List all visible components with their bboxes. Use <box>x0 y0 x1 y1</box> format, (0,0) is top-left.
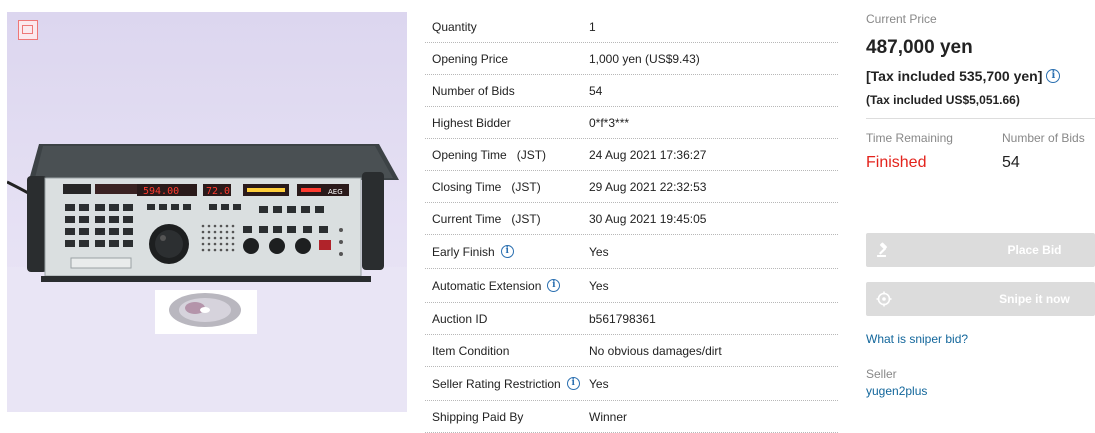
detail-row-shipping-paid-by: Shipping Paid By Winner <box>425 401 838 433</box>
device-brand-label: AEG <box>328 188 343 196</box>
target-icon <box>876 291 892 307</box>
detail-label: Closing Time (JST) <box>432 179 541 194</box>
detail-label: Automatic Extension <box>432 278 542 293</box>
seller-name-link[interactable]: yugen2plus <box>866 384 927 398</box>
place-bid-button[interactable]: Place Bid <box>866 233 1095 267</box>
snipe-label: Snipe it now <box>999 292 1070 306</box>
detail-row-opening-time: Opening Time (JST) 24 Aug 2021 17:36:27 <box>425 139 838 171</box>
svg-text:72.0: 72.0 <box>206 186 230 197</box>
detail-label: Auction ID <box>432 311 488 326</box>
auction-details-table: Quantity 1 Opening Price 1,000 yen (US$9… <box>425 11 838 433</box>
time-remaining-status: Finished <box>866 154 927 171</box>
current-price: 487,000 yen <box>866 37 973 58</box>
detail-value: 1 <box>589 19 596 34</box>
seller-label: Seller <box>866 367 897 381</box>
detail-row-number-of-bids: Number of Bids 54 <box>425 75 838 107</box>
detail-label: Seller Rating Restriction <box>432 376 561 391</box>
detail-value: Yes <box>589 376 609 391</box>
detail-row-highest-bidder: Highest Bidder 0*f*3*** <box>425 107 838 139</box>
detail-label-wrap: Early Finish i <box>425 245 589 259</box>
detail-label: Shipping Paid By <box>432 409 524 424</box>
place-bid-label: Place Bid <box>1007 243 1062 257</box>
svg-text:594.00: 594.00 <box>143 186 179 197</box>
detail-value: Yes <box>589 244 609 259</box>
detail-value: 1,000 yen (US$9.43) <box>589 51 700 66</box>
divider <box>866 118 1095 119</box>
info-icon[interactable]: i <box>1046 69 1061 83</box>
detail-value: 29 Aug 2021 22:32:53 <box>589 179 707 194</box>
detail-row-closing-time: Closing Time (JST) 29 Aug 2021 22:32:53 <box>425 171 838 203</box>
detail-value: 54 <box>589 83 603 98</box>
gavel-icon <box>877 242 887 257</box>
number-of-bids-label: Number of Bids <box>1002 131 1085 145</box>
detail-value: Winner <box>589 409 628 424</box>
detail-value: b561798361 <box>589 311 656 326</box>
what-is-sniper-bid-link[interactable]: What is sniper bid? <box>866 332 968 346</box>
detail-row-item-condition: Item Condition No obvious damages/dirt <box>425 335 838 367</box>
image-badge-icon[interactable] <box>18 20 38 40</box>
detail-row-early-finish: Early Finish i Yes <box>425 235 838 269</box>
detail-value: 30 Aug 2021 19:45:05 <box>589 211 707 226</box>
detail-label: Highest Bidder <box>432 115 511 130</box>
detail-value: 24 Aug 2021 17:36:27 <box>589 147 707 162</box>
info-icon[interactable]: i <box>500 245 514 258</box>
detail-row-auction-id: Auction ID b561798361 <box>425 303 838 335</box>
product-image[interactable]: 594.00 72.0 AEG <box>7 12 407 412</box>
detail-label-wrap: Seller Rating Restriction i <box>425 377 589 391</box>
info-icon[interactable]: i <box>547 279 561 292</box>
detail-label: Quantity <box>432 19 477 34</box>
detail-label-wrap: Automatic Extension i <box>425 279 589 293</box>
time-remaining-label: Time Remaining <box>866 131 953 145</box>
info-icon[interactable]: i <box>566 377 580 390</box>
tax-included-price-row: [Tax included 535,700 yen] i <box>866 68 1061 84</box>
tax-included-price: [Tax included 535,700 yen] <box>866 68 1043 84</box>
detail-label: Opening Price <box>432 51 509 66</box>
tax-included-usd: (Tax included US$5,051.66) <box>866 93 1020 107</box>
detail-label: Opening Time (JST) <box>432 147 547 162</box>
detail-row-current-time: Current Time (JST) 30 Aug 2021 19:45:05 <box>425 203 838 235</box>
detail-row-automatic-extension: Automatic Extension i Yes <box>425 269 838 303</box>
radio-receiver-illustration: 594.00 72.0 AEG <box>7 144 407 412</box>
snipe-button[interactable]: Snipe it now <box>866 282 1095 316</box>
detail-label: Number of Bids <box>432 83 515 98</box>
detail-row-opening-price: Opening Price 1,000 yen (US$9.43) <box>425 43 838 75</box>
detail-row-seller-rating-restriction: Seller Rating Restriction i Yes <box>425 367 838 401</box>
current-price-label: Current Price <box>866 12 937 26</box>
detail-row-quantity: Quantity 1 <box>425 11 838 43</box>
detail-label: Early Finish <box>432 244 495 259</box>
detail-label: Item Condition <box>432 343 510 358</box>
detail-label: Current Time (JST) <box>432 211 541 226</box>
detail-value: No obvious damages/dirt <box>589 343 722 358</box>
detail-value: Yes <box>589 278 609 293</box>
detail-value: 0*f*3*** <box>589 115 630 130</box>
number-of-bids-value: 54 <box>1002 154 1020 171</box>
